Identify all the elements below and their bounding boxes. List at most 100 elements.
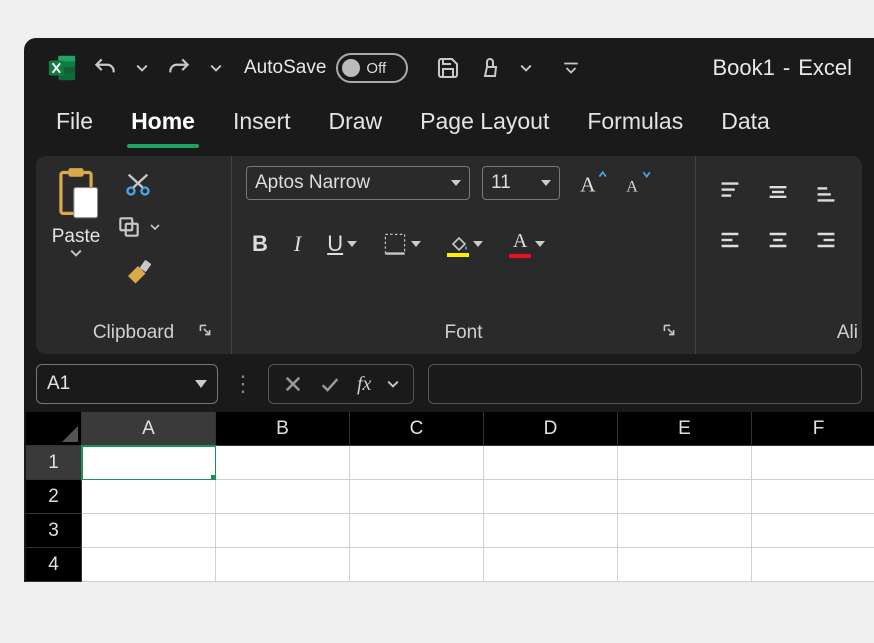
column-header-c[interactable]: C bbox=[350, 412, 484, 446]
align-center-button[interactable] bbox=[758, 220, 798, 260]
cut-button[interactable] bbox=[120, 166, 156, 202]
cell-f3[interactable] bbox=[752, 514, 874, 548]
tab-insert[interactable]: Insert bbox=[229, 104, 295, 148]
autosave-toggle[interactable]: Off bbox=[336, 53, 408, 83]
column-header-f[interactable]: F bbox=[752, 412, 874, 446]
select-all-corner[interactable] bbox=[26, 412, 82, 446]
touch-mode-button[interactable] bbox=[474, 52, 506, 84]
cell-e4[interactable] bbox=[618, 548, 752, 582]
font-dialog-launcher[interactable] bbox=[659, 320, 679, 346]
cell-b4[interactable] bbox=[216, 548, 350, 582]
tab-draw[interactable]: Draw bbox=[325, 104, 387, 148]
group-alignment: Ali bbox=[696, 156, 862, 354]
enter-formula-button[interactable] bbox=[315, 370, 345, 398]
redo-dropdown[interactable] bbox=[206, 58, 226, 78]
align-right-button[interactable] bbox=[806, 220, 846, 260]
row-header-2[interactable]: 2 bbox=[26, 480, 82, 514]
format-painter-button[interactable] bbox=[119, 252, 157, 290]
chevron-down-icon bbox=[535, 241, 545, 247]
copy-dropdown[interactable] bbox=[146, 218, 164, 236]
fill-color-swatch bbox=[447, 253, 469, 257]
redo-button[interactable] bbox=[162, 51, 196, 85]
excel-logo-icon bbox=[46, 52, 78, 84]
column-header-e[interactable]: E bbox=[618, 412, 752, 446]
cell-b2[interactable] bbox=[216, 480, 350, 514]
undo-button[interactable] bbox=[88, 51, 122, 85]
group-clipboard: Paste bbox=[36, 156, 232, 354]
cell-c3[interactable] bbox=[350, 514, 484, 548]
qat-customize-button[interactable] bbox=[558, 55, 584, 81]
font-name-value: Aptos Narrow bbox=[255, 172, 370, 194]
font-size-value: 11 bbox=[491, 172, 511, 194]
cell-d4[interactable] bbox=[484, 548, 618, 582]
cell-c2[interactable] bbox=[350, 480, 484, 514]
save-button[interactable] bbox=[432, 52, 464, 84]
undo-dropdown[interactable] bbox=[132, 58, 152, 78]
cell-a4[interactable] bbox=[82, 548, 216, 582]
font-name-select[interactable]: Aptos Narrow bbox=[246, 166, 470, 200]
copy-button[interactable] bbox=[112, 210, 146, 244]
cell-f4[interactable] bbox=[752, 548, 874, 582]
name-box-value: A1 bbox=[47, 373, 70, 395]
align-bottom-button[interactable] bbox=[806, 172, 846, 212]
row-header-4[interactable]: 4 bbox=[26, 548, 82, 582]
chevron-down-icon[interactable] bbox=[195, 380, 207, 388]
cell-b1[interactable] bbox=[216, 446, 350, 480]
cell-b3[interactable] bbox=[216, 514, 350, 548]
increase-font-size-button[interactable]: A bbox=[572, 166, 614, 200]
clipboard-dialog-launcher[interactable] bbox=[195, 320, 215, 346]
cell-f2[interactable] bbox=[752, 480, 874, 514]
font-color-swatch bbox=[509, 254, 531, 258]
cell-e3[interactable] bbox=[618, 514, 752, 548]
cell-a3[interactable] bbox=[82, 514, 216, 548]
cell-d3[interactable] bbox=[484, 514, 618, 548]
decrease-font-size-button[interactable]: A bbox=[616, 166, 658, 200]
bold-button[interactable]: B bbox=[246, 227, 274, 261]
chevron-down-icon bbox=[347, 241, 357, 247]
svg-text:A: A bbox=[580, 173, 596, 196]
spreadsheet-grid: A B C D E F 1 2 3 4 bbox=[26, 412, 874, 582]
tab-formulas[interactable]: Formulas bbox=[583, 104, 687, 148]
cell-e1[interactable] bbox=[618, 446, 752, 480]
cell-c4[interactable] bbox=[350, 548, 484, 582]
cell-e2[interactable] bbox=[618, 480, 752, 514]
formula-bar-expand[interactable] bbox=[383, 374, 403, 394]
align-middle-button[interactable] bbox=[758, 172, 798, 212]
insert-function-button[interactable]: fx bbox=[353, 369, 375, 400]
cancel-formula-button[interactable] bbox=[279, 370, 307, 398]
tab-page-layout[interactable]: Page Layout bbox=[416, 104, 553, 148]
align-left-button[interactable] bbox=[710, 220, 750, 260]
fill-color-button[interactable] bbox=[441, 228, 489, 261]
cell-a2[interactable] bbox=[82, 480, 216, 514]
svg-text:A: A bbox=[626, 179, 638, 196]
underline-glyph: U bbox=[327, 231, 343, 257]
formula-bar-buttons: fx bbox=[268, 364, 414, 404]
touch-mode-dropdown[interactable] bbox=[516, 58, 536, 78]
tab-file[interactable]: File bbox=[52, 104, 97, 148]
cell-c1[interactable] bbox=[350, 446, 484, 480]
cell-a1[interactable] bbox=[82, 446, 216, 480]
row-header-1[interactable]: 1 bbox=[26, 446, 82, 480]
border-button[interactable] bbox=[377, 228, 427, 260]
cell-f1[interactable] bbox=[752, 446, 874, 480]
font-color-button[interactable]: A bbox=[503, 226, 551, 262]
column-header-a[interactable]: A bbox=[82, 412, 216, 446]
italic-button[interactable]: I bbox=[288, 227, 307, 261]
paste-button[interactable]: Paste bbox=[50, 166, 102, 318]
underline-button[interactable]: U bbox=[321, 227, 363, 261]
autosave-state: Off bbox=[366, 60, 386, 77]
tab-home[interactable]: Home bbox=[127, 104, 199, 148]
align-top-button[interactable] bbox=[710, 172, 750, 212]
chevron-down-icon bbox=[70, 248, 82, 258]
column-header-b[interactable]: B bbox=[216, 412, 350, 446]
name-box[interactable]: A1 bbox=[36, 364, 218, 404]
font-size-select[interactable]: 11 bbox=[482, 166, 560, 200]
chevron-down-icon bbox=[411, 241, 421, 247]
formula-input[interactable] bbox=[428, 364, 862, 404]
row-header-3[interactable]: 3 bbox=[26, 514, 82, 548]
cell-d1[interactable] bbox=[484, 446, 618, 480]
tab-data[interactable]: Data bbox=[717, 104, 774, 148]
toggle-knob-icon bbox=[342, 59, 360, 77]
cell-d2[interactable] bbox=[484, 480, 618, 514]
column-header-d[interactable]: D bbox=[484, 412, 618, 446]
